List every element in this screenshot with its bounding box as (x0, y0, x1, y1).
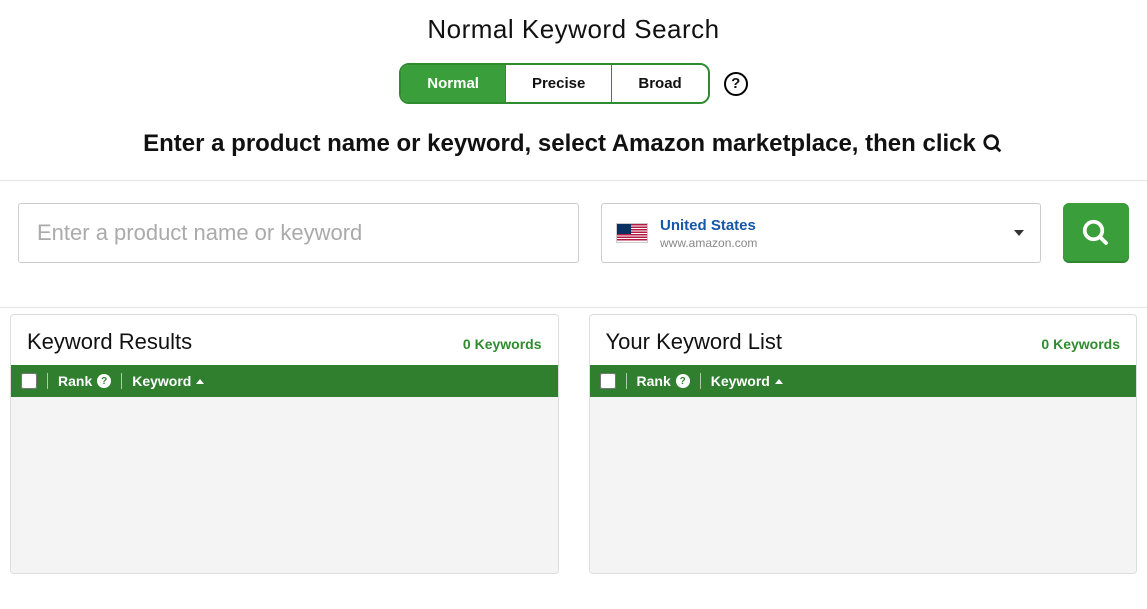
help-icon[interactable]: ? (97, 374, 111, 388)
us-flag-icon (616, 223, 648, 243)
help-icon[interactable]: ? (724, 72, 748, 96)
tab-normal[interactable]: Normal (401, 65, 506, 102)
chevron-down-icon (1014, 230, 1024, 236)
search-row: United States www.amazon.com (0, 181, 1147, 285)
column-keyword-label: Keyword (711, 373, 770, 389)
instruction-text: Enter a product name or keyword, select … (0, 130, 1147, 158)
separator (626, 373, 627, 389)
sort-asc-icon (775, 379, 783, 384)
column-rank-label: Rank (58, 373, 92, 389)
page-title: Normal Keyword Search (0, 14, 1147, 45)
marketplace-select[interactable]: United States www.amazon.com (601, 203, 1041, 263)
panel-title: Keyword Results (27, 329, 192, 355)
keyword-input[interactable] (18, 203, 579, 263)
separator (700, 373, 701, 389)
column-keyword[interactable]: Keyword (132, 373, 204, 389)
help-icon[interactable]: ? (676, 374, 690, 388)
search-icon (1081, 218, 1111, 248)
keyword-results-panel: Keyword Results 0 Keywords Rank ? Keywor… (10, 314, 559, 574)
search-mode-tabs: Normal Precise Broad ? (0, 63, 1147, 104)
marketplace-domain: www.amazon.com (660, 236, 757, 250)
instruction-label: Enter a product name or keyword, select … (143, 130, 976, 158)
separator (121, 373, 122, 389)
column-rank-label: Rank (637, 373, 671, 389)
tab-precise[interactable]: Precise (506, 65, 612, 102)
results-body (11, 397, 558, 573)
column-keyword-label: Keyword (132, 373, 191, 389)
divider (0, 307, 1147, 308)
table-header: Rank ? Keyword (590, 365, 1137, 397)
column-keyword[interactable]: Keyword (711, 373, 783, 389)
table-header: Rank ? Keyword (11, 365, 558, 397)
separator (47, 373, 48, 389)
column-rank[interactable]: Rank ? (637, 373, 690, 389)
select-all-checkbox[interactable] (21, 373, 37, 389)
column-rank[interactable]: Rank ? (58, 373, 111, 389)
search-button[interactable] (1063, 203, 1129, 263)
sort-asc-icon (196, 379, 204, 384)
tabs-group: Normal Precise Broad (399, 63, 709, 104)
select-all-checkbox[interactable] (600, 373, 616, 389)
search-icon (982, 133, 1004, 155)
panel-title: Your Keyword List (606, 329, 783, 355)
keyword-count: 0 Keywords (463, 336, 542, 352)
panel-header: Your Keyword List 0 Keywords (590, 315, 1137, 365)
panels-row: Keyword Results 0 Keywords Rank ? Keywor… (0, 314, 1147, 574)
marketplace-name: United States (660, 217, 757, 234)
your-keyword-list-panel: Your Keyword List 0 Keywords Rank ? Keyw… (589, 314, 1138, 574)
tab-broad[interactable]: Broad (612, 65, 707, 102)
list-body (590, 397, 1137, 573)
panel-header: Keyword Results 0 Keywords (11, 315, 558, 365)
keyword-count: 0 Keywords (1041, 336, 1120, 352)
marketplace-text: United States www.amazon.com (660, 217, 757, 250)
